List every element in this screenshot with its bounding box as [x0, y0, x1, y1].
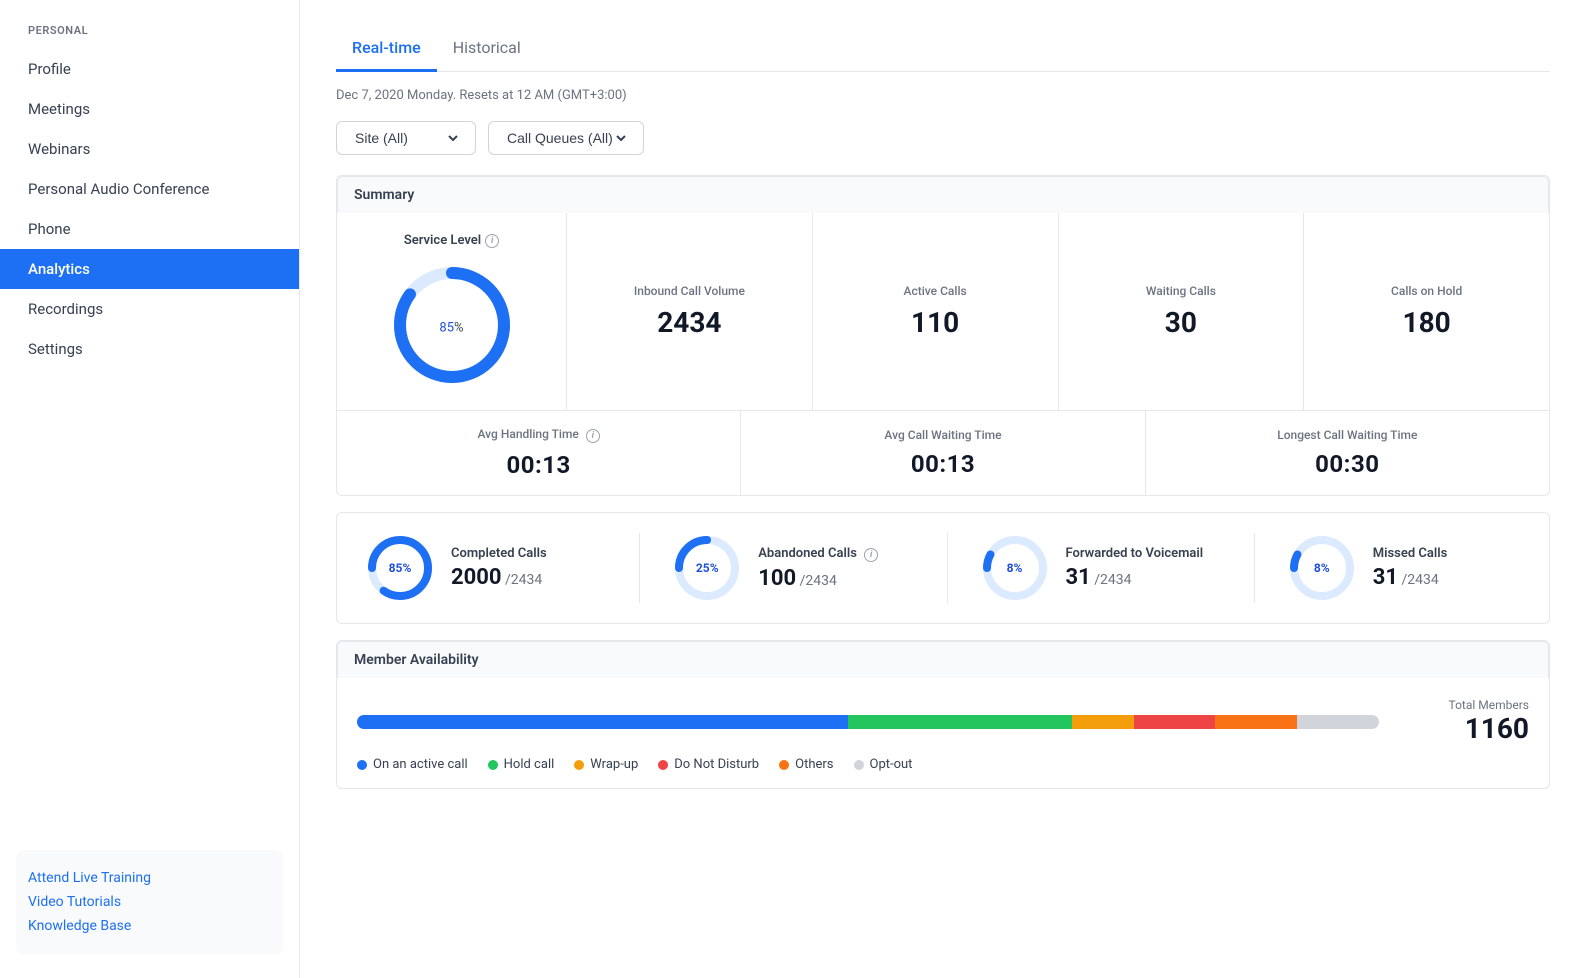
legend-dot-hold-call [488, 760, 498, 770]
knowledge-base-link[interactable]: Knowledge Base [28, 914, 271, 938]
video-tutorials-link[interactable]: Video Tutorials [28, 890, 271, 914]
stat-calls-on-hold: Calls on Hold 180 [1304, 213, 1549, 410]
legend-active-call: On an active call [357, 757, 468, 772]
legend-dot-others [779, 760, 789, 770]
legend-dot-opt-out [854, 760, 864, 770]
bar-hold-call [848, 715, 1073, 729]
service-level-info-icon[interactable]: i [485, 234, 499, 248]
member-bar-area: Total Members 1160 [337, 678, 1549, 757]
member-availability-bar [357, 715, 1379, 729]
missed-percent: 8% [1314, 561, 1330, 575]
call-queues-filter[interactable]: Call Queues (All) [488, 121, 644, 155]
stat-inbound-call-volume: Inbound Call Volume 2434 [567, 213, 813, 410]
sidebar-item-meetings[interactable]: Meetings [0, 89, 299, 129]
bar-wrap-up [1072, 715, 1133, 729]
sidebar-item-webinars[interactable]: Webinars [0, 129, 299, 169]
sidebar-link-meetings[interactable]: Meetings [0, 89, 299, 129]
summary-card: Summary Service Level i [336, 175, 1550, 496]
site-select[interactable]: Site (All) [351, 129, 461, 147]
tabs-bar: Real-time Historical [336, 28, 1550, 72]
sidebar-link-personal-audio-conference[interactable]: Personal Audio Conference [0, 169, 299, 209]
sidebar-link-profile[interactable]: Profile [0, 49, 299, 89]
legend-dot-active-call [357, 760, 367, 770]
missed-donut: 8% [1287, 533, 1357, 603]
stat-waiting-calls: Waiting Calls 30 [1059, 213, 1305, 410]
bar-do-not-disturb [1134, 715, 1216, 729]
sidebar-link-phone[interactable]: Phone [0, 209, 299, 249]
voicemail-donut: 8% [980, 533, 1050, 603]
legend-others: Others [779, 757, 833, 772]
sidebar-link-settings[interactable]: Settings [0, 329, 299, 369]
attend-live-training-link[interactable]: Attend Live Training [28, 866, 271, 890]
tab-realtime[interactable]: Real-time [336, 28, 437, 72]
stats-right: Inbound Call Volume 2434 Active Calls 11… [567, 213, 1549, 410]
sidebar-item-recordings[interactable]: Recordings [0, 289, 299, 329]
call-stat-abandoned: 25% Abandoned Calls i 100 /2434 [639, 533, 906, 603]
sidebar-item-analytics[interactable]: Analytics [0, 249, 299, 289]
date-info: Dec 7, 2020 Monday. Resets at 12 AM (GMT… [336, 88, 1550, 103]
call-queues-select[interactable]: Call Queues (All) [503, 129, 629, 147]
stat-avg-call-waiting-time: Avg Call Waiting Time 00:13 [741, 411, 1145, 495]
call-stat-voicemail: 8% Forwarded to Voicemail 31 /2434 [947, 533, 1214, 603]
bar-active-call [357, 715, 848, 729]
abandoned-info-icon[interactable]: i [864, 548, 878, 562]
sidebar-nav: Profile Meetings Webinars Personal Audio… [0, 49, 299, 830]
member-availability-card: Member Availability Total Members 1160 [336, 640, 1550, 789]
member-availability-title: Member Availability [337, 641, 1549, 678]
legend-wrap-up: Wrap-up [574, 757, 638, 772]
summary-title: Summary [337, 176, 1549, 213]
main-content: Real-time Historical Dec 7, 2020 Monday.… [300, 0, 1586, 978]
sidebar-link-analytics[interactable]: Analytics [0, 249, 299, 289]
stat-active-calls: Active Calls 110 [813, 213, 1059, 410]
sidebar-link-recordings[interactable]: Recordings [0, 289, 299, 329]
sidebar-item-profile[interactable]: Profile [0, 49, 299, 89]
completed-percent: 85% [389, 561, 412, 575]
sidebar-section-label: PERSONAL [0, 24, 299, 49]
completed-donut: 85% [365, 533, 435, 603]
site-filter[interactable]: Site (All) [336, 121, 476, 155]
service-level-title: Service Level i [404, 233, 499, 248]
call-stat-missed: 8% Missed Calls 31 /2434 [1254, 533, 1521, 603]
legend-opt-out: Opt-out [854, 757, 913, 772]
filters-bar: Site (All) Call Queues (All) [336, 121, 1550, 155]
tab-historical[interactable]: Historical [437, 28, 537, 72]
legend-dot-do-not-disturb [658, 760, 668, 770]
sidebar-item-phone[interactable]: Phone [0, 209, 299, 249]
voicemail-percent: 8% [1007, 561, 1023, 575]
summary-bottom-row: Avg Handling Time i 00:13 Avg Call Waiti… [337, 411, 1549, 495]
stat-avg-handling-time: Avg Handling Time i 00:13 [337, 411, 741, 495]
service-level-box: Service Level i 85% [337, 213, 567, 410]
avg-handling-info-icon[interactable]: i [586, 429, 600, 443]
member-total: Total Members 1160 [1399, 698, 1529, 745]
stat-longest-call-waiting-time: Longest Call Waiting Time 00:30 [1146, 411, 1549, 495]
sidebar-link-webinars[interactable]: Webinars [0, 129, 299, 169]
bar-others [1215, 715, 1297, 729]
call-stat-completed: 85% Completed Calls 2000 /2434 [365, 533, 599, 603]
service-level-value: 85% [439, 313, 463, 338]
legend-hold-call: Hold call [488, 757, 555, 772]
sidebar-help-section: Attend Live Training Video Tutorials Kno… [16, 850, 283, 954]
legend-dot-wrap-up [574, 760, 584, 770]
service-level-donut: 85% [387, 260, 517, 390]
summary-top-row: Service Level i 85% [337, 213, 1549, 411]
member-legend: On an active call Hold call Wrap-up Do N… [337, 757, 1549, 788]
content-area: Real-time Historical Dec 7, 2020 Monday.… [300, 0, 1586, 978]
sidebar-item-settings[interactable]: Settings [0, 329, 299, 369]
legend-do-not-disturb: Do Not Disturb [658, 757, 759, 772]
sidebar: PERSONAL Profile Meetings Webinars Perso… [0, 0, 300, 978]
sidebar-item-personal-audio-conference[interactable]: Personal Audio Conference [0, 169, 299, 209]
abandoned-donut: 25% [672, 533, 742, 603]
abandoned-percent: 25% [696, 561, 719, 575]
call-outcomes-card: 85% Completed Calls 2000 /2434 [336, 512, 1550, 624]
bar-opt-out [1297, 715, 1379, 729]
